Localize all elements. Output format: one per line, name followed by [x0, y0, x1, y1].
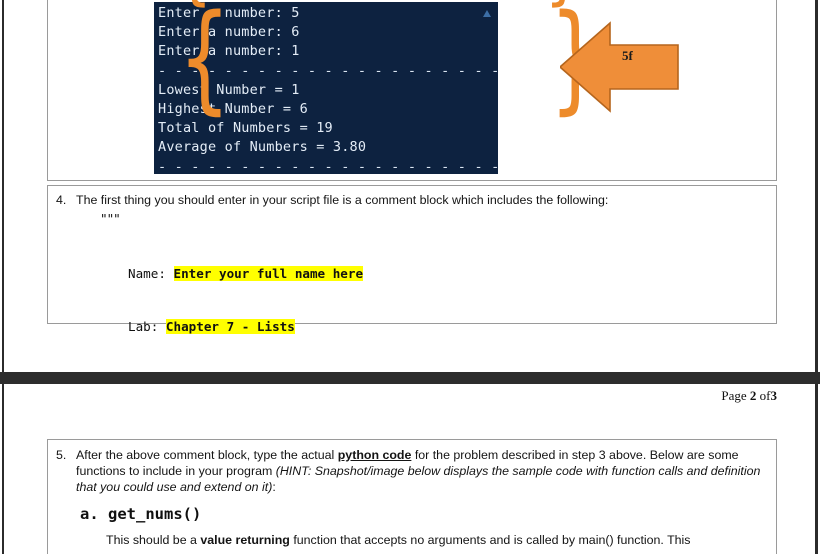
- comment-field-lab-key: Lab:: [128, 318, 166, 334]
- page-label-prefix: Page: [721, 388, 747, 403]
- step-5-number: 5.: [56, 448, 67, 462]
- callout-label-5f: 5f: [622, 48, 633, 63]
- page-separator: [0, 372, 820, 384]
- comment-field-name: Name: Enter your full name here: [128, 265, 776, 283]
- page-current-number: 2: [749, 388, 757, 403]
- document-page-2: Page 2 of3 5. After the above comment bl…: [4, 384, 815, 554]
- step-4-open-quotes: """: [100, 211, 121, 226]
- document-page-1: Enter a number: 5 Enter a number: 6 Ente…: [4, 0, 815, 494]
- comment-field-lab: Lab: Chapter 7 - Lists: [128, 318, 776, 336]
- document-viewer[interactable]: Enter a number: 5 Enter a number: 6 Ente…: [0, 0, 820, 554]
- page-number-label: Page 2 of3: [721, 388, 777, 404]
- comment-field-name-value: Enter your full name here: [173, 266, 364, 282]
- page-label-of: of: [759, 388, 771, 403]
- brace-output-group: {: [178, 0, 231, 126]
- page-total-number: 3: [770, 388, 778, 403]
- step-4-text: The first thing you should enter in your…: [76, 193, 609, 207]
- step-4-number: 4.: [56, 193, 67, 207]
- comment-field-lab-value: Chapter 7 - Lists: [165, 318, 295, 334]
- step-5-text-part1: After the above comment block, type the …: [76, 448, 338, 462]
- step-5-text: After the above comment block, type the …: [76, 447, 764, 495]
- step-4-box: 4. The first thing you should enter in y…: [47, 185, 777, 494]
- step-5-sub-item-a: a. get_nums(): [80, 505, 202, 523]
- console-divider-bottom: - - - - - - - - - - - - - - - - - - - - …: [158, 158, 498, 174]
- callout-arrow-5f: 5f: [560, 21, 680, 113]
- sub-desc-bold: value returning: [200, 533, 290, 547]
- scroll-up-arrow-icon[interactable]: [483, 10, 491, 17]
- sub-desc-part2: function that accepts no arguments and i…: [289, 533, 691, 547]
- comment-field-name-key: Name:: [128, 266, 174, 282]
- sub-desc-part1: This should be a: [106, 533, 201, 547]
- python-code-link[interactable]: python code: [338, 448, 412, 462]
- step-5-text-part3: :: [272, 480, 276, 494]
- sample-output-box: Enter a number: 5 Enter a number: 6 Ente…: [47, 0, 777, 181]
- step-5-sub-description: This should be a value returning functio…: [48, 523, 776, 548]
- page-edge-right: [815, 0, 818, 554]
- step-5-box: 5. After the above comment block, type t…: [47, 439, 777, 554]
- console-result-line: Average of Numbers = 3.80: [158, 139, 367, 156]
